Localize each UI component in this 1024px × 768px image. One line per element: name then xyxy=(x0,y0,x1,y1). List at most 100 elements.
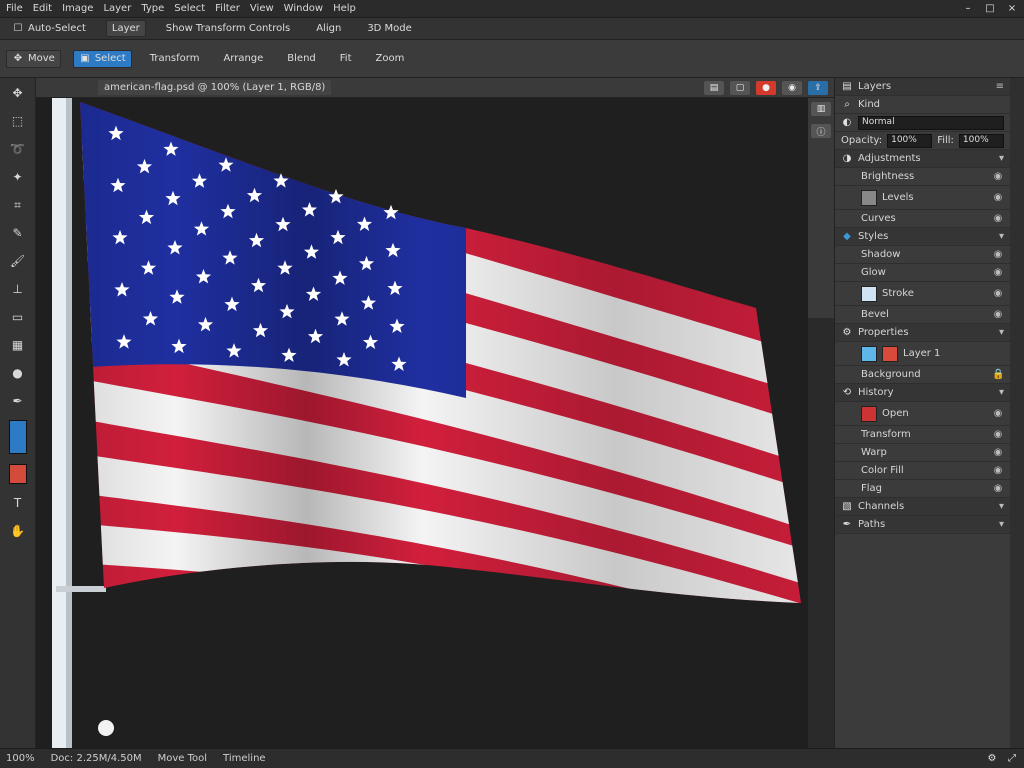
settings-icon[interactable]: ⚙ xyxy=(986,753,998,765)
lasso-tool-icon[interactable]: ➰ xyxy=(7,140,29,158)
collapse-icon[interactable]: ▾ xyxy=(999,501,1004,512)
zoom-button[interactable]: Zoom xyxy=(370,50,411,67)
list-item[interactable]: Bevel ◉ xyxy=(835,306,1010,324)
move-button[interactable]: ✥ Move xyxy=(6,49,61,68)
maximize-icon[interactable]: □ xyxy=(984,3,996,15)
record-icon[interactable]: ● xyxy=(756,80,776,95)
lock-icon[interactable]: 🔒 xyxy=(992,369,1004,381)
eye-icon[interactable]: ◉ xyxy=(992,465,1004,477)
type-tool-icon[interactable]: T xyxy=(7,494,29,512)
align-button[interactable]: Align xyxy=(310,20,347,37)
document-tab[interactable]: american-flag.psd @ 100% (Layer 1, RGB/8… xyxy=(98,80,332,95)
group-channels[interactable]: ▧ Channels ▾ xyxy=(835,498,1010,516)
blend-mode-select[interactable]: Normal xyxy=(858,115,1004,130)
image-canvas[interactable] xyxy=(36,98,808,748)
brush-tool-icon[interactable]: 🖌 xyxy=(7,252,29,270)
hand-tool-icon[interactable]: ✋ xyxy=(7,522,29,540)
menu-edit[interactable]: Edit xyxy=(33,3,52,14)
collapse-icon[interactable]: ▾ xyxy=(999,231,1004,242)
transform-button[interactable]: Transform xyxy=(144,50,206,67)
list-item[interactable]: Stroke ◉ xyxy=(835,282,1010,306)
panel-menu-icon[interactable]: ≡ xyxy=(996,81,1004,92)
table-row[interactable]: Layer 1 xyxy=(835,342,1010,366)
menu-select[interactable]: Select xyxy=(174,3,205,14)
list-item[interactable]: Warp ◉ xyxy=(835,444,1010,462)
blend-button[interactable]: Blend xyxy=(281,50,321,67)
marquee-tool-icon[interactable]: ⬚ xyxy=(7,112,29,130)
table-row[interactable]: Background 🔒 xyxy=(835,366,1010,384)
menu-type[interactable]: Type xyxy=(141,3,164,14)
group-styles[interactable]: ◆ Styles ▾ xyxy=(835,228,1010,246)
layer-select[interactable]: Layer xyxy=(105,20,146,37)
opacity-input[interactable]: 100% xyxy=(887,133,933,148)
eye-icon[interactable]: ◉ xyxy=(992,267,1004,279)
collapse-icon[interactable]: ▾ xyxy=(999,153,1004,164)
list-item[interactable]: Levels ◉ xyxy=(835,186,1010,210)
timeline-button[interactable]: Timeline xyxy=(223,753,266,764)
pen-tool-icon[interactable]: ✒ xyxy=(7,392,29,410)
list-item[interactable]: Shadow ◉ xyxy=(835,246,1010,264)
group-history[interactable]: ⟲ History ▾ xyxy=(835,384,1010,402)
fill-input[interactable]: 100% xyxy=(958,133,1004,148)
crop-tool-icon[interactable]: ⌗ xyxy=(7,196,29,214)
list-item[interactable]: Brightness ◉ xyxy=(835,168,1010,186)
eye-icon[interactable]: ◉ xyxy=(992,483,1004,495)
panel-scrollbar[interactable] xyxy=(1010,78,1024,748)
list-item[interactable]: Transform ◉ xyxy=(835,426,1010,444)
layout-icon[interactable]: ▥ xyxy=(811,102,831,116)
menu-view[interactable]: View xyxy=(250,3,274,14)
collapse-icon[interactable]: ▾ xyxy=(999,519,1004,530)
expand-icon[interactable]: ⤢ xyxy=(1006,753,1018,765)
right-panel: ▤ Layers ≡ ⌕ Kind ◐ Normal Opacity: 100%… xyxy=(834,78,1010,748)
list-item[interactable]: Curves ◉ xyxy=(835,210,1010,228)
arrange-button[interactable]: Arrange xyxy=(217,50,269,67)
share-icon[interactable]: ⇪ xyxy=(808,80,828,95)
collapse-icon[interactable]: ▾ xyxy=(999,387,1004,398)
eye-icon[interactable]: ◉ xyxy=(992,288,1004,300)
list-item[interactable]: Glow ◉ xyxy=(835,264,1010,282)
camera-icon[interactable]: ◉ xyxy=(782,80,802,95)
stamp-tool-icon[interactable]: ⊥ xyxy=(7,280,29,298)
info-icon[interactable]: ⓘ xyxy=(811,124,831,138)
zoom-level[interactable]: 100% xyxy=(6,753,35,764)
select-button[interactable]: ▣ Select xyxy=(72,49,132,68)
arrange-icon[interactable]: ▤ xyxy=(704,80,724,95)
background-color-swatch[interactable] xyxy=(8,464,27,484)
menu-file[interactable]: File xyxy=(6,3,23,14)
eye-icon[interactable]: ◉ xyxy=(992,447,1004,459)
auto-select-toggle[interactable]: ☐ Auto-Select xyxy=(6,20,92,38)
eye-icon[interactable]: ◉ xyxy=(992,429,1004,441)
list-item[interactable]: Open ◉ xyxy=(835,402,1010,426)
group-paths[interactable]: ✒ Paths ▾ xyxy=(835,516,1010,534)
close-icon[interactable]: × xyxy=(1006,3,1018,15)
eye-icon[interactable]: ◉ xyxy=(992,249,1004,261)
eye-icon[interactable]: ◉ xyxy=(992,213,1004,225)
transform-controls-toggle[interactable]: Show Transform Controls xyxy=(160,20,296,37)
3d-mode-button[interactable]: 3D Mode xyxy=(361,20,418,37)
eye-icon[interactable]: ◉ xyxy=(992,192,1004,204)
menu-help[interactable]: Help xyxy=(333,3,356,14)
collapse-icon[interactable]: ▾ xyxy=(999,327,1004,338)
foreground-color-swatch[interactable] xyxy=(8,420,27,454)
fit-button[interactable]: Fit xyxy=(334,50,358,67)
layers-header[interactable]: ▤ Layers ≡ xyxy=(835,78,1010,96)
gradient-tool-icon[interactable]: ▦ xyxy=(7,336,29,354)
dodge-tool-icon[interactable]: ● xyxy=(7,364,29,382)
list-item[interactable]: Color Fill ◉ xyxy=(835,462,1010,480)
group-adjustments[interactable]: ◑ Adjustments ▾ xyxy=(835,150,1010,168)
wand-tool-icon[interactable]: ✦ xyxy=(7,168,29,186)
eye-icon[interactable]: ◉ xyxy=(992,171,1004,183)
menu-filter[interactable]: Filter xyxy=(215,3,240,14)
menu-window[interactable]: Window xyxy=(284,3,323,14)
move-tool-icon[interactable]: ✥ xyxy=(7,84,29,102)
minimize-icon[interactable]: – xyxy=(962,3,974,15)
menu-image[interactable]: Image xyxy=(62,3,93,14)
eyedropper-tool-icon[interactable]: ✎ xyxy=(7,224,29,242)
menu-layer[interactable]: Layer xyxy=(103,3,131,14)
group-properties[interactable]: ⚙ Properties ▾ xyxy=(835,324,1010,342)
screen-mode-icon[interactable]: ▢ xyxy=(730,80,750,95)
list-item[interactable]: Flag ◉ xyxy=(835,480,1010,498)
eraser-tool-icon[interactable]: ▭ xyxy=(7,308,29,326)
eye-icon[interactable]: ◉ xyxy=(992,309,1004,321)
eye-icon[interactable]: ◉ xyxy=(992,408,1004,420)
